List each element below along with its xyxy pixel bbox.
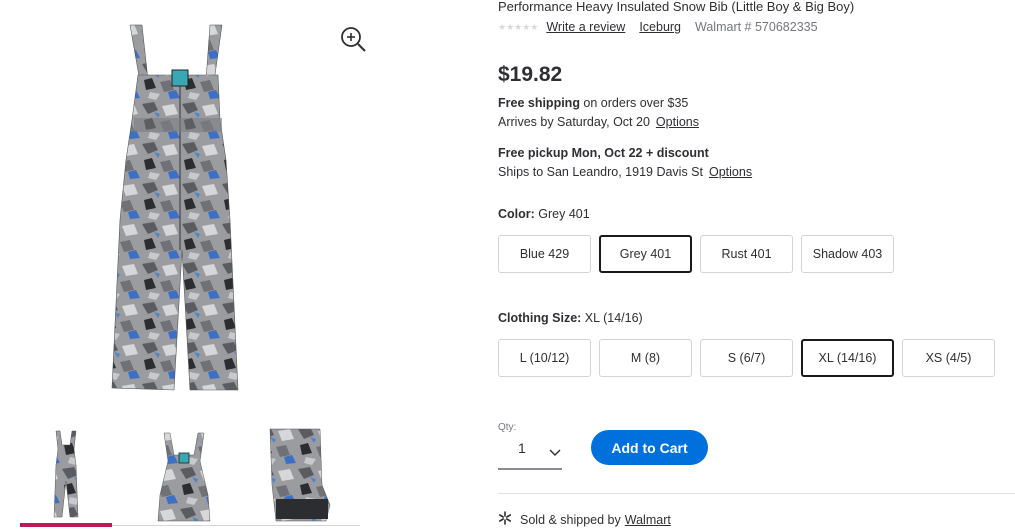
thumbnail-strip [20, 425, 360, 531]
chevron-down-icon [549, 444, 561, 462]
rating-stars-icon: ★★★★★ [498, 21, 539, 32]
color-label: Color: Grey 401 [498, 207, 590, 221]
divider [498, 493, 1015, 494]
add-to-cart-button[interactable]: Add to Cart [591, 430, 708, 465]
product-info-panel: Performance Heavy Insulated Snow Bib (Li… [498, 0, 1015, 531]
thumbnail-1[interactable] [20, 425, 112, 525]
color-option-rust-401[interactable]: Rust 401 [700, 235, 793, 273]
size-option-s[interactable]: S (6/7) [700, 339, 793, 377]
sold-by-label: Sold & shipped by [520, 512, 621, 527]
arrival-date: Arrives by Saturday, Oct 20 [498, 115, 650, 129]
size-label-title: Clothing Size: [498, 311, 582, 325]
qty-label: Qty: [498, 422, 517, 433]
write-review-link[interactable]: Write a review [546, 20, 625, 34]
brand-link[interactable]: Iceburg [639, 20, 681, 34]
size-option-xl[interactable]: XL (14/16) [801, 339, 894, 377]
seller-link[interactable]: Walmart [625, 513, 671, 527]
shipping-options-link[interactable]: Options [656, 115, 699, 129]
color-option-blue-429[interactable]: Blue 429 [498, 235, 591, 273]
thumbnail-divider [112, 525, 360, 526]
pickup-store: Ships to San Leandro, 1919 Davis St [498, 165, 703, 179]
arrival-line: Arrives by Saturday, Oct 20 Options [498, 115, 699, 129]
thumbnail-active-indicator [20, 523, 112, 527]
color-options: Blue 429 Grey 401 Rust 401 Shadow 403 [498, 235, 902, 273]
size-options: L (10/12) M (8) S (6/7) XL (14/16) XS (4… [498, 339, 1003, 377]
color-selected-value: Grey 401 [534, 207, 590, 221]
size-option-xs[interactable]: XS (4/5) [902, 339, 995, 377]
color-option-shadow-403[interactable]: Shadow 403 [801, 235, 894, 273]
size-label: Clothing Size: XL (14/16) [498, 311, 643, 325]
qty-value: 1 [518, 440, 526, 456]
pickup-store-line: Ships to San Leandro, 1919 Davis St Optio… [498, 165, 752, 179]
shipping-line: Free shipping on orders over $35 [498, 96, 688, 110]
thumbnail-3[interactable] [256, 425, 348, 525]
zoom-icon[interactable] [340, 26, 368, 54]
seller-line: Sold & shipped by Walmart [498, 511, 671, 528]
image-gallery [0, 0, 400, 531]
thumbnail-2[interactable] [138, 425, 230, 525]
product-meta: ★★★★★ Write a review Iceburg Walmart # 5… [498, 20, 818, 34]
pickup-options-link[interactable]: Options [709, 165, 752, 179]
qty-select[interactable]: 1 [498, 434, 562, 470]
size-option-m[interactable]: M (8) [599, 339, 692, 377]
shipping-threshold: on orders over $35 [579, 96, 689, 110]
product-title: Performance Heavy Insulated Snow Bib (Li… [498, 0, 855, 14]
walmart-spark-icon [498, 511, 512, 528]
color-label-title: Color: [498, 207, 535, 221]
pickup-line: Free pickup Mon, Oct 22 + discount [498, 146, 709, 160]
color-option-grey-401[interactable]: Grey 401 [599, 235, 692, 273]
main-product-image[interactable] [100, 20, 270, 400]
pickup-headline: Free pickup Mon, Oct 22 + discount [498, 146, 709, 160]
item-number: Walmart # 570682335 [695, 20, 818, 34]
product-price: $19.82 [498, 63, 563, 86]
free-shipping-label: Free shipping [498, 96, 580, 110]
size-option-l[interactable]: L (10/12) [498, 339, 591, 377]
size-selected-value: XL (14/16) [581, 311, 643, 325]
